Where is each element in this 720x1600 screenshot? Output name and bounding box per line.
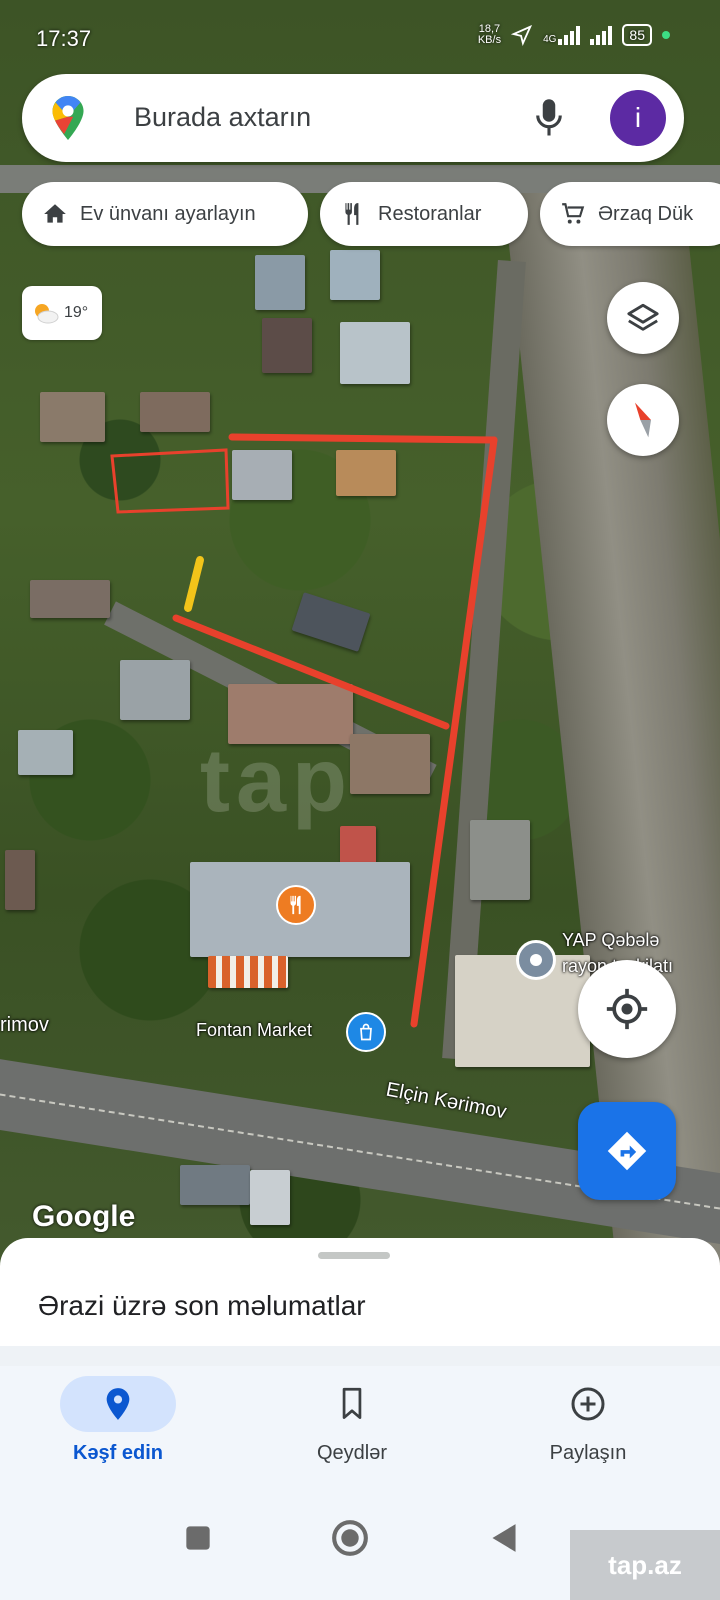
- my-location-button[interactable]: [578, 960, 676, 1058]
- tab-contribute-pill: [530, 1376, 646, 1432]
- signal-bars-icon: [590, 25, 613, 45]
- place-label-yap[interactable]: YAP Qəbələ: [562, 930, 659, 951]
- tab-explore[interactable]: Kəşf edin: [18, 1376, 218, 1486]
- crosshair-icon: [606, 988, 648, 1030]
- bookmark-icon: [342, 1387, 362, 1419]
- chip-home[interactable]: Ev ünvanı ayarlayın: [22, 182, 308, 246]
- network-type: 4G: [543, 34, 557, 45]
- status-time: 17:37: [36, 26, 92, 51]
- restaurant-icon: [345, 203, 359, 225]
- signal-bars-icon: [558, 25, 581, 45]
- tab-explore-pill: [60, 1376, 176, 1432]
- tab-contribute-label: Paylaşın: [549, 1442, 627, 1464]
- weather-badge[interactable]: 19°: [22, 286, 102, 340]
- boundary-line: [410, 436, 498, 1028]
- chip-restaurants[interactable]: Restoranlar: [320, 182, 528, 246]
- circle-icon: [332, 1520, 368, 1556]
- tab-saved[interactable]: Qeydlər: [252, 1376, 452, 1486]
- sheet-title: Ərazi üzrə son məlumatlar: [38, 1290, 366, 1321]
- home-button[interactable]: [330, 1518, 370, 1558]
- network-speed-unit: KB/s: [477, 34, 502, 46]
- tapaz-watermark: tap.az: [570, 1530, 720, 1600]
- privacy-dot-icon: [662, 31, 670, 39]
- sheet-drag-handle[interactable]: [318, 1252, 390, 1259]
- tab-saved-pill: [294, 1376, 410, 1432]
- signal-4g: 4G: [543, 25, 581, 45]
- shopping-bag-icon[interactable]: [346, 1012, 386, 1052]
- network-speed: 18,7 KB/s: [478, 24, 501, 46]
- layers-icon: [627, 303, 659, 331]
- restaurant-pin-icon[interactable]: [276, 885, 316, 925]
- square-icon: [186, 1526, 210, 1550]
- maps-logo-icon: [52, 96, 84, 140]
- battery-icon: 85: [622, 24, 652, 46]
- chip-groceries-label: Ərzaq Dük: [598, 202, 694, 225]
- search-bar[interactable]: Burada axtarın i: [22, 74, 684, 162]
- bottom-navigation: Kəşf edin Qeydlər Paylaşın: [0, 1366, 720, 1488]
- tab-contribute[interactable]: Paylaşın: [488, 1376, 688, 1486]
- location-arrow-icon: [511, 24, 533, 46]
- chip-groceries[interactable]: Ərzaq Dük: [540, 182, 720, 246]
- add-circle-icon: [571, 1387, 605, 1421]
- bottom-sheet[interactable]: Ərazi üzrə son məlumatlar: [0, 1238, 720, 1348]
- tab-saved-label: Qeydlər: [316, 1442, 388, 1464]
- boundary-line: [228, 433, 498, 444]
- back-triangle-icon: [492, 1524, 516, 1552]
- recents-button[interactable]: [178, 1518, 218, 1558]
- plot-outline: [110, 448, 230, 514]
- tab-explore-label: Kəşf edin: [72, 1442, 164, 1464]
- avatar[interactable]: i: [610, 90, 666, 146]
- chip-restaurants-label: Restoranlar: [378, 202, 482, 225]
- street-label-left: rimov: [0, 1014, 49, 1036]
- directions-icon: [607, 1131, 647, 1171]
- system-navigation-bar: tap.az: [0, 1488, 720, 1600]
- location-pin-icon: [106, 1388, 130, 1420]
- map-watermark: tap: [200, 731, 353, 831]
- boundary-line: [172, 614, 450, 730]
- home-icon: [44, 204, 66, 223]
- battery-level: 85: [629, 27, 645, 43]
- partly-sunny-icon: [35, 304, 59, 324]
- marker-line: [184, 556, 204, 612]
- status-bar: 17:37 18,7 KB/s 4G 85: [0, 0, 720, 70]
- chip-home-label: Ev ünvanı ayarlayın: [80, 202, 256, 225]
- cart-icon: [562, 203, 585, 224]
- layers-button[interactable]: [607, 282, 679, 354]
- google-attribution: Google: [32, 1200, 136, 1233]
- directions-button[interactable]: [578, 1102, 676, 1200]
- divider: [0, 1346, 720, 1366]
- microphone-icon[interactable]: [534, 96, 564, 140]
- search-input[interactable]: Burada axtarın: [134, 102, 311, 133]
- compass-button[interactable]: [607, 384, 679, 456]
- back-button[interactable]: [484, 1518, 524, 1558]
- place-label-fontan[interactable]: Fontan Market: [196, 1020, 312, 1041]
- place-pin-icon[interactable]: [516, 940, 556, 980]
- status-icons: 18,7 KB/s 4G 85: [478, 24, 670, 46]
- compass-icon: [635, 402, 651, 438]
- weather-temp: 19°: [64, 304, 89, 321]
